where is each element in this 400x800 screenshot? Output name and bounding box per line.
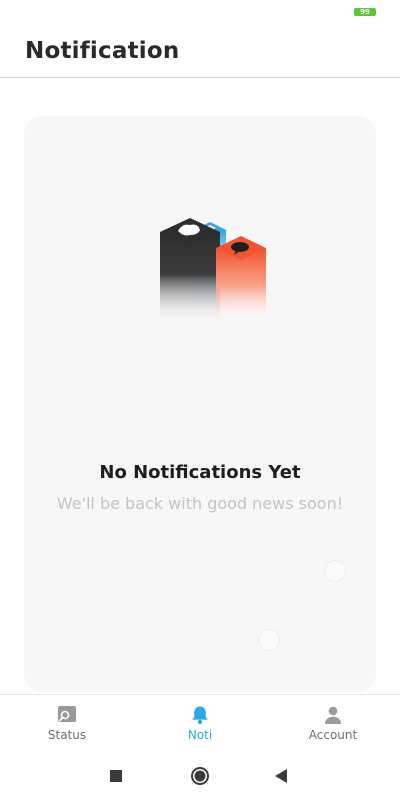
decorative-circle [258, 629, 280, 651]
bell-icon [192, 706, 208, 725]
recents-icon[interactable] [106, 766, 126, 786]
nav-item-account[interactable]: Account [266, 695, 400, 749]
status-icon [58, 706, 76, 722]
nav-label-noti: Noti [187, 728, 213, 742]
page-title: Notification [25, 38, 180, 64]
nav-item-status[interactable]: Status [0, 695, 134, 749]
empty-state-subtitle: We'll be back with good news soon! [56, 494, 344, 513]
notification-boxes-illustration [160, 218, 266, 324]
back-icon[interactable] [272, 766, 292, 786]
empty-state-title: No Notifications Yet [99, 462, 301, 483]
status-bar: 99 [0, 0, 400, 24]
orange-box [216, 236, 266, 324]
battery-icon: 99 [354, 8, 376, 16]
account-icon [325, 706, 341, 724]
system-nav-bar [0, 752, 400, 800]
home-icon[interactable] [190, 766, 210, 786]
header-divider [0, 77, 400, 78]
black-box [160, 218, 220, 324]
nav-label-account: Account [308, 728, 358, 742]
empty-notifications-card: No Notifications Yet We'll be back with … [24, 116, 376, 692]
decorative-circle [324, 560, 346, 582]
bottom-nav: Status Noti Account [0, 694, 400, 748]
nav-item-noti[interactable]: Noti [133, 695, 267, 749]
nav-label-status: Status [47, 728, 87, 742]
